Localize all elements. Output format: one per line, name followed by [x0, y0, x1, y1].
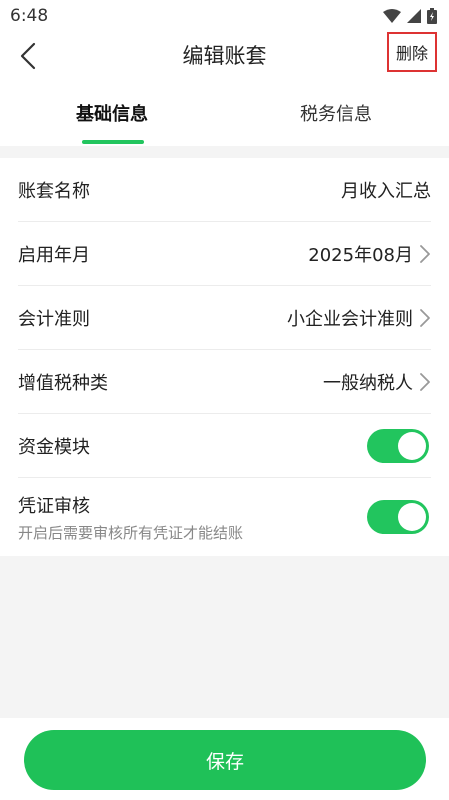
status-icons [383, 8, 437, 24]
bottom-bar: 保存 [0, 718, 449, 800]
account-set-form: 账套名称 月收入汇总 启用年月 2025年08月 会计准则 小企业会计准则 增值… [0, 158, 449, 556]
row-label: 资金模块 [18, 437, 90, 458]
page-title: 编辑账套 [182, 44, 267, 68]
row-value-wrap: 小企业会计准则 [287, 305, 431, 331]
row-value-wrap: 一般纳税人 [323, 369, 431, 395]
row-fund-module: 资金模块 [0, 414, 449, 478]
signal-icon [407, 9, 421, 23]
row-vat-type[interactable]: 增值税种类 一般纳税人 [0, 350, 449, 414]
vat-type-value: 一般纳税人 [323, 373, 413, 394]
status-bar: 6:48 [0, 0, 449, 32]
status-time: 6:48 [10, 6, 49, 26]
row-accounting-standard[interactable]: 会计准则 小企业会计准则 [0, 286, 449, 350]
toggle-knob [398, 432, 426, 460]
row-label: 启用年月 [18, 245, 90, 266]
row-label: 账套名称 [18, 181, 90, 202]
tab-bar: 基础信息 税务信息 [0, 80, 449, 146]
battery-icon [427, 8, 437, 24]
row-value-wrap: 月收入汇总 [341, 177, 431, 203]
chevron-right-icon [420, 309, 430, 327]
voucher-review-toggle[interactable] [367, 500, 429, 534]
row-label: 凭证审核 [18, 495, 90, 517]
row-value-wrap: 2025年08月 [308, 241, 431, 267]
nav-bar: 编辑账套 删除 [0, 32, 449, 80]
account-name-value: 月收入汇总 [341, 181, 431, 202]
toggle-knob [398, 503, 426, 531]
tab-basic-info[interactable]: 基础信息 [0, 80, 224, 146]
row-start-month[interactable]: 启用年月 2025年08月 [0, 222, 449, 286]
wifi-icon [383, 9, 401, 23]
active-tab-indicator [82, 140, 144, 144]
row-texts: 凭证审核 开启后需要审核所有凭证才能结账 [18, 492, 243, 543]
row-description: 开启后需要审核所有凭证才能结账 [18, 523, 244, 542]
row-voucher-review: 凭证审核 开启后需要审核所有凭证才能结账 [0, 478, 449, 556]
chevron-right-icon [420, 373, 430, 391]
row-account-name[interactable]: 账套名称 月收入汇总 [0, 158, 449, 222]
row-label: 增值税种类 [18, 373, 108, 394]
row-label: 会计准则 [18, 309, 90, 330]
accounting-standard-value: 小企业会计准则 [287, 309, 413, 330]
fund-module-toggle[interactable] [367, 429, 429, 463]
save-button[interactable]: 保存 [24, 730, 426, 790]
delete-button[interactable]: 删除 [387, 32, 437, 72]
tab-tax-info[interactable]: 税务信息 [224, 80, 448, 146]
start-month-value: 2025年08月 [308, 245, 413, 266]
chevron-right-icon [420, 245, 430, 263]
